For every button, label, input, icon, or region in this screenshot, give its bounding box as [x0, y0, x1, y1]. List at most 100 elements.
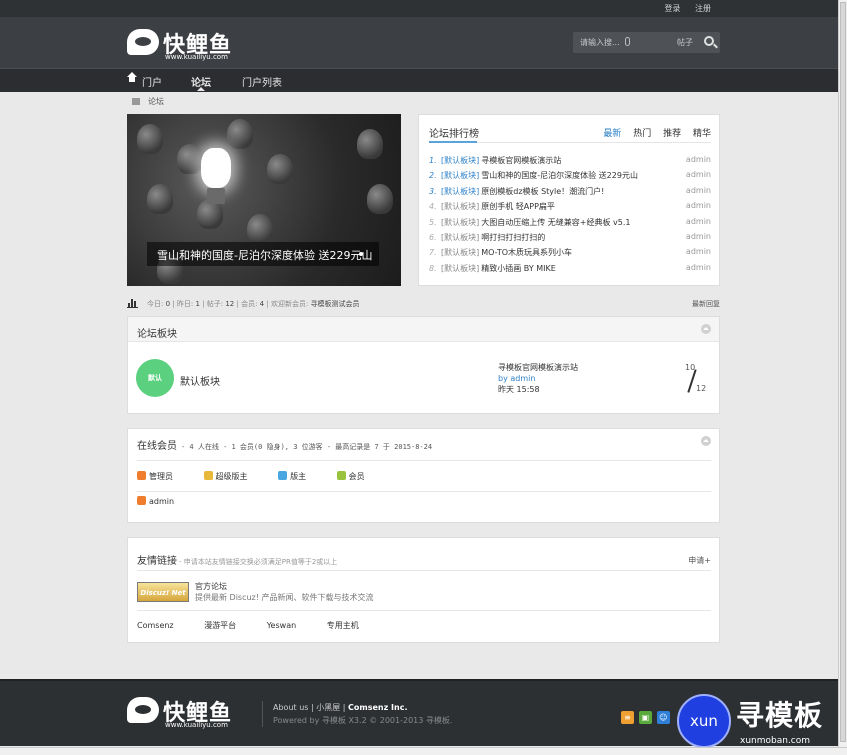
rank-category[interactable]: [默认板块]	[441, 264, 479, 273]
legend-super-mod: 超级版主	[203, 471, 262, 482]
company-link[interactable]: Comsenz Inc.	[348, 703, 407, 712]
bulb-image	[357, 129, 383, 159]
nav-item-portal[interactable]: 门户	[142, 74, 162, 89]
breadcrumb-home-icon[interactable]	[132, 98, 140, 105]
list-item: 1. [默认板块] 寻模板官网模板演示站 admin	[429, 155, 711, 170]
text-link[interactable]: Yeswan	[267, 621, 296, 630]
rank-title[interactable]: 精致小插画 BY MIKE	[481, 264, 556, 273]
forum-ranking: 论坛排行榜 最新 热门 推荐 精华 1. [默认板块] 寻模板官网模板演示站 admi…	[418, 114, 720, 286]
legend-label: 版主	[290, 472, 307, 481]
breadcrumb-current[interactable]: 论坛	[148, 97, 164, 106]
forum-block-panel: 论坛板块 默认 默认板块 寻模板官网模板演示站 by admin 昨天 15:5…	[127, 316, 720, 414]
rank-author[interactable]: admin	[686, 155, 711, 164]
blacklist-link[interactable]: 小黑屋	[316, 703, 340, 712]
home-icon[interactable]	[127, 72, 137, 84]
user-admin-icon	[137, 496, 146, 505]
rank-category[interactable]: [默认板块]	[441, 187, 479, 196]
discuz-logo[interactable]: Discuz! Net	[137, 582, 189, 602]
links-title: 友情链接	[137, 556, 177, 567]
rank-title[interactable]: 雪山和神的国度-尼泊尔深度体验 送229元山	[481, 171, 638, 180]
rank-category[interactable]: [默认板块]	[441, 248, 479, 257]
bulb-image	[267, 154, 293, 184]
bulb-image	[227, 119, 253, 149]
online-member[interactable]: admin	[137, 496, 174, 506]
member-legend: 管理员 超级版主 版主 会员	[137, 471, 393, 482]
rank-author[interactable]: admin	[686, 232, 711, 241]
featured-slide[interactable]: 雪山和神的国度-尼泊尔深度体验 送229元山	[127, 114, 401, 286]
online-member-name[interactable]: admin	[149, 497, 174, 506]
scrollbar-thumb[interactable]	[840, 2, 846, 742]
collapse-icon[interactable]	[701, 324, 711, 334]
tab-essence[interactable]: 精华	[693, 129, 711, 139]
android-icon[interactable]: ▣	[638, 711, 652, 724]
slide-caption[interactable]: 雪山和神的国度-尼泊尔深度体验 送229元山	[147, 242, 379, 266]
rank-author[interactable]: admin	[686, 186, 711, 195]
last-post-author[interactable]: admin	[510, 374, 535, 383]
site-logo[interactable]: 快鲤鱼 www.kuailiyu.com	[127, 27, 237, 61]
rank-author[interactable]: admin	[686, 201, 711, 210]
search-input[interactable]: 请输入搜...	[580, 37, 620, 48]
search-type-select[interactable]: 帖子	[677, 37, 693, 48]
forum-block-title: 论坛板块	[137, 329, 177, 340]
rank-category[interactable]: [默认板块]	[441, 171, 479, 180]
rank-title[interactable]: 寻模板官网模板演示站	[481, 156, 561, 165]
bulb-image	[177, 144, 203, 174]
text-link[interactable]: 专用主机	[327, 621, 359, 630]
rank-title[interactable]: 大图自动压缩上传 无缝兼容+经典板 v5.1	[481, 218, 630, 227]
horizontal-scrollbar[interactable]	[0, 747, 847, 755]
ranking-header: 论坛排行榜 最新 热门 推荐 精华	[429, 115, 711, 143]
legend-label: 会员	[348, 472, 365, 481]
last-post-title[interactable]: 寻模板官网模板演示站	[498, 362, 578, 373]
search-box[interactable]: 请输入搜... 帖子	[573, 32, 720, 53]
rank-category[interactable]: [默认板块]	[441, 218, 479, 227]
rss-icon[interactable]: ≡	[621, 711, 634, 724]
last-post-time: 昨天 15:58	[498, 385, 540, 394]
latest-reply-link[interactable]: 最新回复	[692, 299, 720, 309]
online-title-row: 在线会员 - 4 人在线 - 1 会员(0 隐身), 3 位游客 - 最高记录是 …	[137, 437, 432, 452]
forum-name-link[interactable]: 默认板块	[180, 373, 220, 388]
online-title: 在线会员	[137, 441, 177, 452]
legend-member: 会员	[336, 471, 379, 482]
rank-title[interactable]: 原创模板dz模板 Style！潮流门户!	[481, 187, 604, 196]
footer-logo[interactable]: 快鲤鱼 www.kuailiyu.com	[127, 695, 237, 729]
rank-category[interactable]: [默认板块]	[441, 156, 479, 165]
nav-item-portal-list[interactable]: 门户列表	[242, 74, 282, 89]
collapse-icon[interactable]	[701, 436, 711, 446]
forum-icon[interactable]: 默认	[136, 359, 174, 397]
featured-link-name[interactable]: 官方论坛	[195, 581, 227, 592]
login-link[interactable]: 登录	[664, 4, 680, 13]
vertical-scrollbar[interactable]	[838, 0, 847, 747]
text-link[interactable]: Comsenz	[137, 621, 174, 630]
watermark-logo-icon: xun	[677, 694, 731, 748]
list-item: 8. [默认板块] 精致小插画 BY MIKE admin	[429, 263, 711, 278]
online-members-panel: 在线会员 - 4 人在线 - 1 会员(0 隐身), 3 位游客 - 最高记录是 …	[127, 428, 720, 523]
text-link[interactable]: 漫游平台	[204, 621, 236, 630]
search-icon[interactable]	[704, 36, 714, 46]
rank-category[interactable]: [默认板块]	[441, 233, 479, 242]
stat-label: 昨日:	[176, 300, 194, 308]
microphone-icon[interactable]	[625, 37, 630, 46]
tab-latest[interactable]: 最新	[603, 129, 621, 139]
list-item: 4. [默认板块] 原创手机 轻APP扁平 admin	[429, 201, 711, 216]
about-link[interactable]: About us	[273, 703, 308, 712]
rank-title[interactable]: 啊打扫打扫打扫的	[481, 233, 545, 242]
rank-author[interactable]: admin	[686, 247, 711, 256]
rank-title[interactable]: 原创手机 轻APP扁平	[481, 202, 555, 211]
tab-hot[interactable]: 热门	[633, 129, 651, 139]
online-summary: - 4 人在线 - 1 会员(0 隐身), 3 位游客 - 最高记录是 7 于 …	[181, 443, 433, 451]
ranking-title: 论坛排行榜	[429, 129, 479, 140]
person-icon[interactable]: ☺	[656, 711, 670, 724]
rank-author[interactable]: admin	[686, 263, 711, 272]
tab-recommended[interactable]: 推荐	[663, 129, 681, 139]
rank-category[interactable]: [默认板块]	[441, 202, 479, 211]
separator: |	[342, 703, 346, 712]
list-item: 7. [默认板块] MO-TO木质玩具系列小车 admin	[429, 247, 711, 262]
newest-member-link[interactable]: 寻模板测试会员	[311, 300, 360, 308]
bar-chart-icon-bar	[128, 303, 130, 307]
slide-pager-dot[interactable]	[359, 252, 363, 256]
rank-title[interactable]: MO-TO木质玩具系列小车	[481, 248, 572, 257]
register-link[interactable]: 注册	[695, 4, 711, 13]
rank-author[interactable]: admin	[686, 170, 711, 179]
rank-author[interactable]: admin	[686, 217, 711, 226]
apply-link-button[interactable]: 申请+	[688, 555, 711, 566]
